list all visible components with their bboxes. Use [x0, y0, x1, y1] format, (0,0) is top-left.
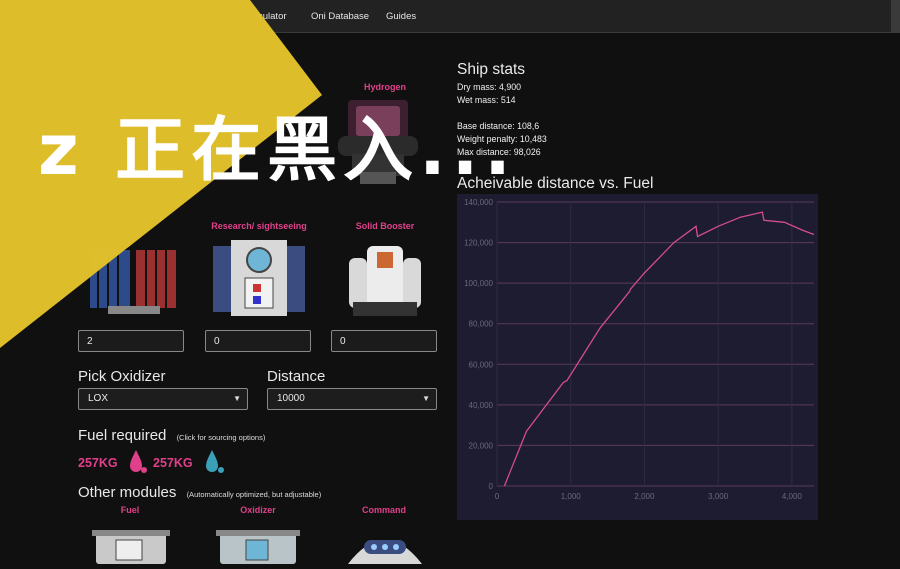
- module-label-oxidizer: Oxidizer: [240, 505, 276, 515]
- research-module-image[interactable]: [213, 238, 305, 320]
- y-tick-label: 80,000: [469, 320, 494, 329]
- overlay-banner-text: z 正在黑入...: [38, 109, 517, 191]
- module-label-solid-booster: Solid Booster: [355, 221, 415, 231]
- stat-dry-mass: Dry mass: 4,900: [457, 82, 522, 92]
- oxidizer-value: LOX: [88, 393, 109, 404]
- nav-calculator[interactable]: culator: [258, 11, 287, 22]
- nav-guides[interactable]: Guides: [386, 11, 416, 22]
- x-tick-label: 3,000: [708, 492, 729, 501]
- navbar-right-edge: [891, 0, 900, 33]
- y-tick-label: 0: [489, 482, 494, 491]
- cargo-module-image[interactable]: [88, 240, 180, 318]
- chevron-down-icon: ▼: [233, 394, 241, 403]
- fuel-required-label: Fuel required: [78, 427, 167, 444]
- oxidizer-select[interactable]: LOX ▼: [78, 388, 248, 410]
- x-tick-label: 2,000: [634, 492, 655, 501]
- y-tick-label: 60,000: [469, 360, 494, 369]
- distance-value: 10000: [277, 393, 305, 404]
- solid-booster-image[interactable]: [345, 242, 425, 318]
- oxidizer-label: Pick Oxidizer: [78, 368, 166, 385]
- module-label-research: Research/ sightseeing: [211, 221, 307, 231]
- cargo-count-input[interactable]: [78, 330, 184, 352]
- chevron-down-icon: ▼: [422, 394, 430, 403]
- fuel-amount-oxidizer[interactable]: 257KG: [153, 456, 193, 470]
- other-modules-note: (Automatically optimized, but adjustable…: [186, 490, 322, 499]
- oxidizer-tank-image[interactable]: [216, 524, 300, 564]
- fuel-tank-image[interactable]: [92, 524, 170, 564]
- x-tick-label: 4,000: [782, 492, 803, 501]
- top-navbar: culator Oni Database Guides: [0, 0, 900, 33]
- y-tick-label: 120,000: [464, 239, 493, 248]
- module-label-hydrogen: Hydrogen: [363, 82, 406, 92]
- liquid-hydrogen-drop-icon[interactable]: [128, 448, 148, 476]
- research-count-input[interactable]: [205, 330, 311, 352]
- other-modules-label: Other modules: [78, 484, 177, 501]
- nav-oni-database[interactable]: Oni Database: [311, 11, 369, 22]
- liquid-oxygen-drop-icon[interactable]: [204, 448, 226, 476]
- x-tick-label: 1,000: [561, 492, 582, 501]
- distance-label: Distance: [267, 368, 326, 385]
- fuel-required-heading: Fuel required (Click for sourcing option…: [78, 427, 265, 444]
- chart-svg: 0 20,000 40,000 60,000 80,000 100,000 120,000 1…: [464, 198, 815, 501]
- distance-fuel-chart: 0 20,000 40,000 60,000 80,000 100,000 120,000 1…: [457, 194, 818, 520]
- solid-booster-count-input[interactable]: [331, 330, 437, 352]
- y-tick-label: 40,000: [469, 401, 494, 410]
- y-tick-label: 100,000: [464, 279, 493, 288]
- x-tick-label: 0: [495, 492, 500, 501]
- other-modules-heading: Other modules (Automatically optimized, …: [78, 484, 321, 501]
- fuel-amount-hydrogen[interactable]: 257KG: [78, 456, 118, 470]
- series-line: [503, 211, 815, 487]
- distance-select[interactable]: 10000 ▼: [267, 388, 437, 410]
- y-tick-label: 140,000: [464, 198, 493, 207]
- fuel-required-note: (Click for sourcing options): [176, 433, 266, 442]
- module-label-command: Command: [361, 505, 406, 515]
- command-module-image[interactable]: [340, 526, 430, 564]
- module-label-fuel: Fuel: [120, 505, 140, 515]
- y-tick-label: 20,000: [469, 441, 494, 450]
- ship-stats-title: Ship stats: [457, 61, 526, 78]
